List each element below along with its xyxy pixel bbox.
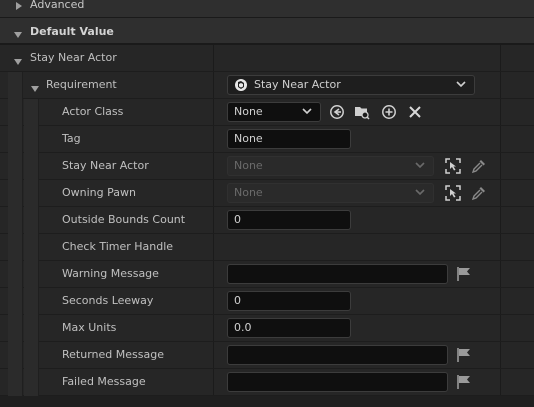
- chevron-down-icon: [415, 160, 425, 170]
- advanced-section-header[interactable]: Advanced: [0, 0, 534, 18]
- flag-icon[interactable]: [456, 374, 472, 390]
- name-column: Failed Message: [0, 369, 214, 395]
- seconds-leeway-label: Seconds Leeway: [62, 294, 154, 307]
- unreal-class-icon: [234, 78, 248, 95]
- seconds-leeway-row: Seconds Leeway 0: [0, 288, 534, 315]
- max-units-input[interactable]: 0.0: [227, 318, 351, 338]
- stay-near-actor-struct-row: Stay Near Actor: [0, 45, 534, 72]
- warning-message-row: Warning Message: [0, 261, 534, 288]
- add-icon[interactable]: [381, 104, 397, 120]
- name-column: Actor Class: [0, 99, 214, 125]
- max-units-row: Max Units 0.0: [0, 315, 534, 342]
- returned-message-input[interactable]: [227, 345, 448, 365]
- reset-column: [500, 207, 534, 233]
- requirement-label: Requirement: [46, 78, 117, 91]
- reset-column: [500, 234, 534, 260]
- reset-column: [500, 45, 534, 71]
- reset-column: [500, 315, 534, 341]
- chevron-down-icon: [456, 79, 466, 89]
- stay-near-actor-row: Stay Near Actor None: [0, 153, 534, 180]
- tag-label: Tag: [62, 132, 81, 145]
- use-selected-icon[interactable]: [329, 104, 345, 120]
- default-value-label: Default Value: [30, 25, 114, 38]
- requirement-class-value: Stay Near Actor: [254, 78, 341, 91]
- reset-column: [500, 126, 534, 152]
- stay-near-actor-struct-label: Stay Near Actor: [30, 51, 117, 64]
- name-column: Stay Near Actor: [0, 45, 214, 71]
- advanced-label: Advanced: [30, 0, 85, 11]
- name-column: Seconds Leeway: [0, 288, 214, 314]
- owning-pawn-dropdown[interactable]: None: [227, 183, 434, 203]
- browse-icon[interactable]: [354, 104, 370, 120]
- owning-pawn-label: Owning Pawn: [62, 186, 136, 199]
- outside-bounds-count-row: Outside Bounds Count 0: [0, 207, 534, 234]
- collapse-arrow-icon[interactable]: [31, 82, 39, 95]
- name-column: Returned Message: [0, 342, 214, 368]
- flag-icon[interactable]: [456, 347, 472, 363]
- reset-column: [500, 180, 534, 206]
- name-column: Stay Near Actor: [0, 153, 214, 179]
- name-column: Outside Bounds Count: [0, 207, 214, 233]
- default-value-section-header[interactable]: Default Value: [0, 18, 534, 44]
- tag-row: Tag None: [0, 126, 534, 153]
- name-column: Requirement: [0, 72, 214, 98]
- tag-input[interactable]: None: [227, 129, 351, 149]
- actor-class-dropdown[interactable]: None: [227, 102, 321, 122]
- clear-icon[interactable]: [407, 104, 423, 120]
- pick-actor-icon[interactable]: [445, 185, 461, 201]
- outside-bounds-count-input[interactable]: 0: [227, 210, 351, 230]
- failed-message-row: Failed Message: [0, 369, 534, 396]
- failed-message-input[interactable]: [227, 372, 448, 392]
- eyedropper-icon[interactable]: [471, 158, 487, 174]
- returned-message-row: Returned Message: [0, 342, 534, 369]
- panel-bottom-edge: [0, 396, 534, 407]
- owning-pawn-value: None: [234, 186, 263, 199]
- stay-near-actor-value: None: [234, 159, 263, 172]
- owning-pawn-row: Owning Pawn None: [0, 180, 534, 207]
- pick-actor-icon[interactable]: [445, 158, 461, 174]
- reset-column: [500, 72, 534, 98]
- outside-bounds-count-label: Outside Bounds Count: [62, 213, 186, 226]
- expand-arrow-icon[interactable]: [16, 0, 22, 13]
- returned-message-label: Returned Message: [62, 348, 164, 361]
- seconds-leeway-input[interactable]: 0: [227, 291, 351, 311]
- actor-class-row: Actor Class None: [0, 99, 534, 126]
- reset-column: [500, 261, 534, 287]
- actor-class-value: None: [234, 105, 263, 118]
- name-column: Owning Pawn: [0, 180, 214, 206]
- reset-column: [500, 99, 534, 125]
- name-column: Max Units: [0, 315, 214, 341]
- chevron-down-icon: [415, 187, 425, 197]
- stay-near-actor-label: Stay Near Actor: [62, 159, 149, 172]
- collapse-arrow-icon[interactable]: [14, 55, 22, 68]
- collapse-arrow-icon[interactable]: [14, 28, 22, 41]
- failed-message-label: Failed Message: [62, 375, 146, 388]
- name-column: Tag: [0, 126, 214, 152]
- flag-icon[interactable]: [456, 266, 472, 282]
- requirement-class-dropdown[interactable]: Stay Near Actor: [227, 75, 475, 95]
- check-timer-handle-row: Check Timer Handle: [0, 234, 534, 261]
- eyedropper-icon[interactable]: [471, 185, 487, 201]
- name-column: Check Timer Handle: [0, 234, 214, 260]
- requirement-row: Requirement Stay Near Actor: [0, 72, 534, 99]
- reset-column: [500, 342, 534, 368]
- max-units-label: Max Units: [62, 321, 117, 334]
- reset-column: [500, 153, 534, 179]
- name-column: Warning Message: [0, 261, 214, 287]
- reset-column: [500, 288, 534, 314]
- actor-class-label: Actor Class: [62, 105, 124, 118]
- check-timer-handle-label: Check Timer Handle: [62, 240, 174, 253]
- warning-message-input[interactable]: [227, 264, 448, 284]
- stay-near-actor-dropdown[interactable]: None: [227, 156, 434, 176]
- chevron-down-icon: [302, 106, 312, 116]
- reset-column: [500, 369, 534, 395]
- warning-message-label: Warning Message: [62, 267, 159, 280]
